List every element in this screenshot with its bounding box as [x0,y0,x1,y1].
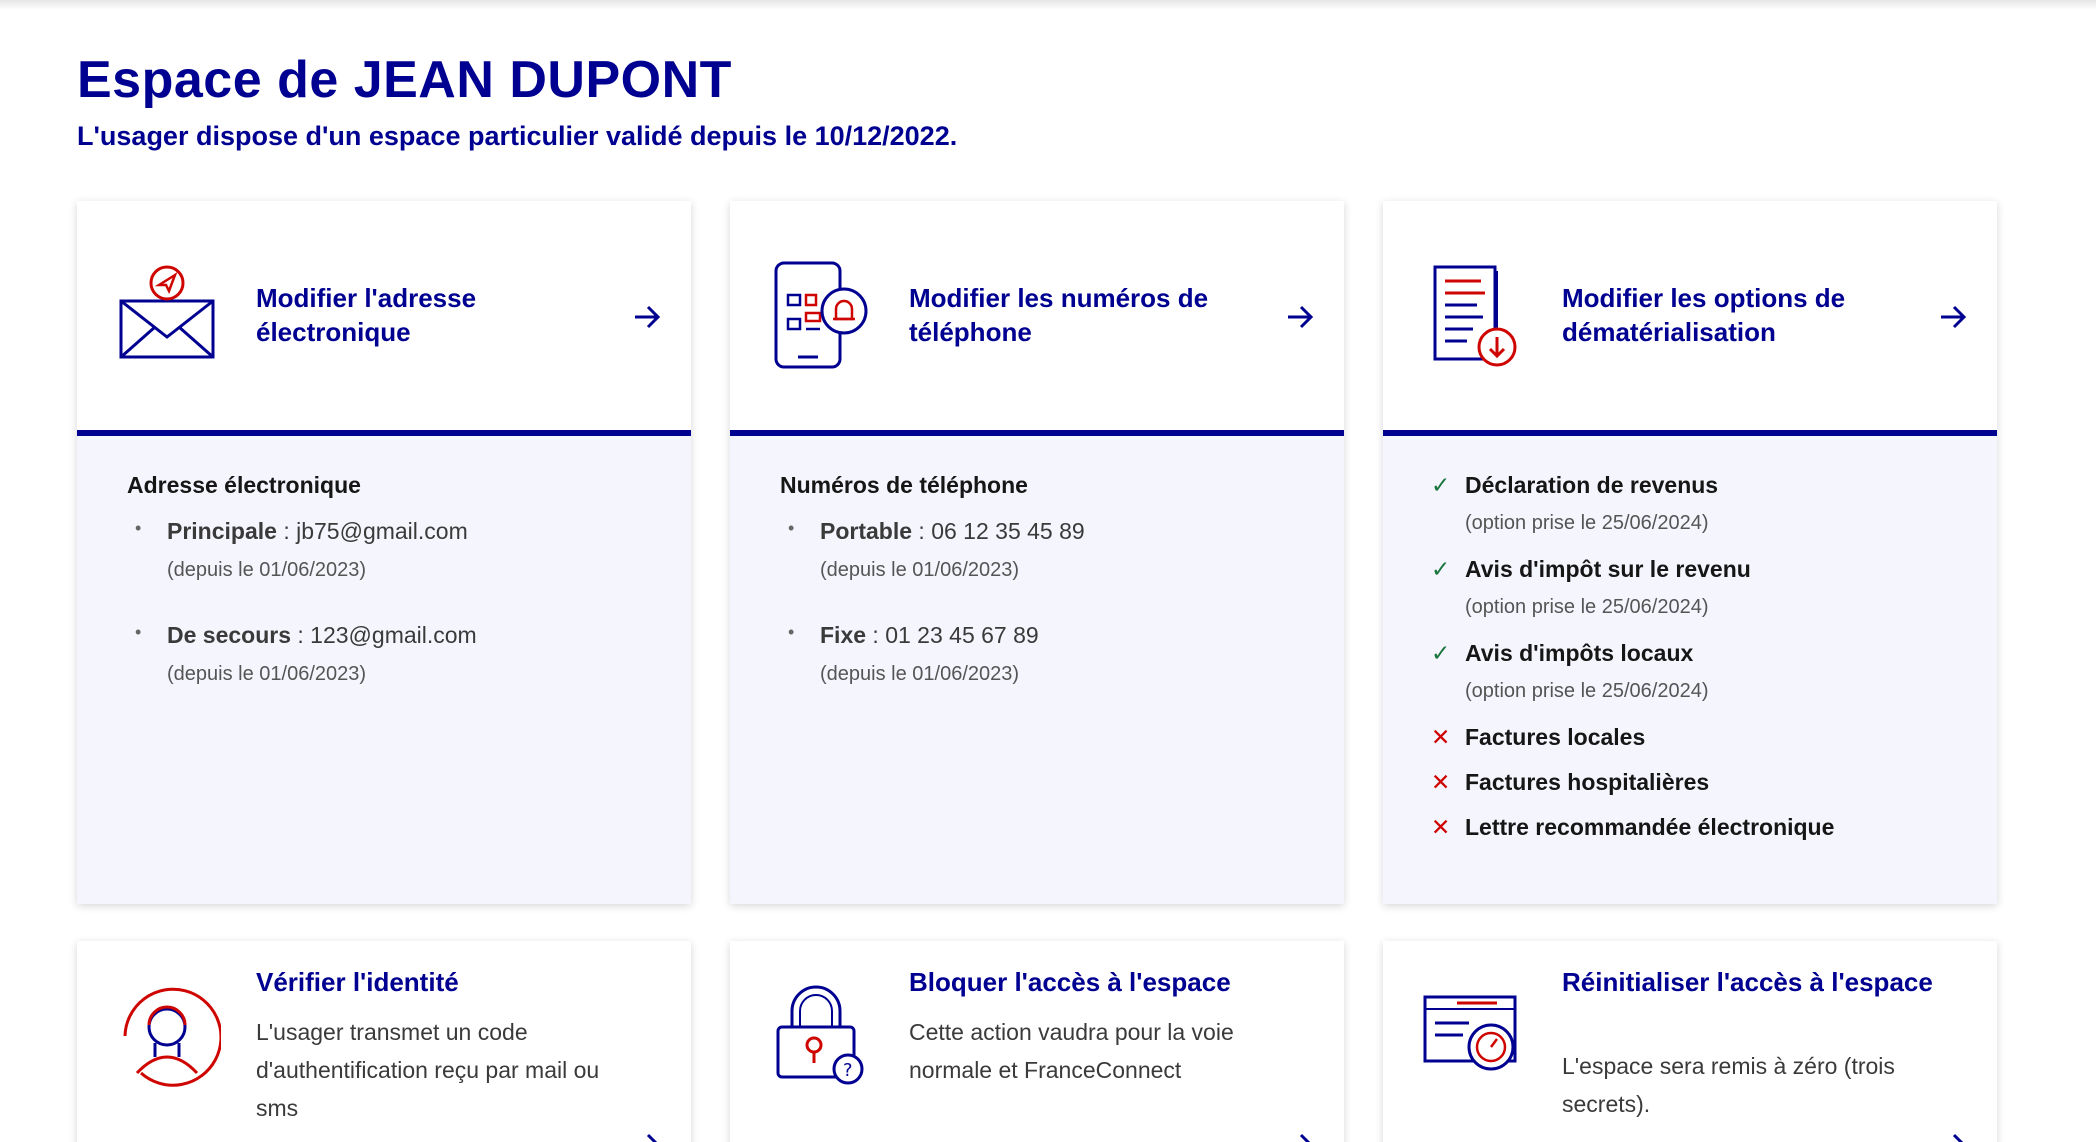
arrow-right-icon [1299,1133,1311,1142]
reset-access-card[interactable]: Réinitialiser l'accès à l'espace L'espac… [1383,941,1997,1142]
email-card: Modifier l'adresse électronique Adresse … [77,201,691,904]
option-label: Avis d'impôts locaux [1465,640,1694,666]
entry-value: : 123@gmail.com [291,622,477,648]
verify-identity-desc: L'usager transmet un code d'authentifica… [256,1019,600,1121]
entry-label: Fixe [820,622,867,648]
entry-since: (depuis le 01/06/2023) [167,663,367,685]
arrow-right-icon [1952,1133,1964,1142]
demat-option: ✕ Factures hospitalières [1431,769,1709,796]
entry-label: Portable [820,518,913,544]
option-since: (option prise le 25/06/2024) [1465,596,1709,618]
bullet: • [788,518,795,538]
cross-icon: ✕ [1431,814,1451,840]
bullet: • [788,622,795,642]
svg-text:?: ? [843,1060,853,1081]
verify-identity-title: Vérifier l'identité [256,967,459,997]
email-card-title: Modifier l'adresse électronique [256,283,477,347]
phone-entry-landline: • Fixe : 01 23 45 67 89 (depuis le 01/06… [788,622,1039,686]
envelope-icon [119,265,215,359]
phone-card-body: Numéros de téléphone • Portable : 06 12 … [730,436,1344,904]
check-icon: ✓ [1431,640,1451,666]
email-card-body: Adresse électronique • Principale : jb75… [77,436,691,904]
smartphone-icon [774,261,868,369]
demat-card-body: ✓ Déclaration de revenus (option prise le… [1383,436,1997,904]
reset-icon [1423,995,1517,1071]
phone-card-link[interactable]: Modifier les numéros de téléphone [730,201,1344,436]
entry-since: (depuis le 01/06/2023) [820,559,1020,581]
email-entry-primary: • Principale : jb75@gmail.com (depuis le… [135,518,468,582]
demat-card: Modifier les options de dématérialisatio… [1383,201,1997,904]
padlock-icon: ? [776,985,864,1085]
check-icon: ✓ [1431,472,1451,498]
entry-label: De secours [167,622,292,648]
page-title: Espace de JEAN DUPONT [77,51,732,109]
option-since: (option prise le 25/06/2024) [1465,512,1709,534]
arrow-right-icon [1941,305,1967,329]
demat-option: ✓ Avis d'impôts locaux [1431,640,1693,667]
entry-label: Principale [167,518,277,544]
email-entry-backup: • De secours : 123@gmail.com (depuis le … [135,622,477,686]
option-label: Avis d'impôt sur le revenu [1465,556,1751,582]
entry-since: (depuis le 01/06/2023) [167,559,367,581]
block-access-title: Bloquer l'accès à l'espace [909,967,1231,997]
email-section-title: Adresse électronique [127,472,361,498]
entry-value: : 06 12 35 45 89 [912,518,1085,544]
demat-option: ✓ Avis d'impôt sur le revenu [1431,556,1751,583]
demat-option: ✓ Déclaration de revenus [1431,472,1718,499]
page-subtitle: L'usager dispose d'un espace particulier… [77,121,958,151]
cross-icon: ✕ [1431,724,1451,750]
phone-card-title: Modifier les numéros de téléphone [909,283,1209,347]
entry-value: : jb75@gmail.com [276,518,468,544]
top-shadow [0,0,2096,10]
demat-card-link[interactable]: Modifier les options de dématérialisatio… [1383,201,1997,436]
option-label: Factures hospitalières [1465,769,1710,795]
reset-access-desc: L'espace sera remis à zéro (trois secret… [1562,1053,1895,1117]
verify-identity-card[interactable]: Vérifier l'identité L'usager transmet un… [77,941,691,1142]
option-since: (option prise le 25/06/2024) [1465,680,1709,702]
block-access-card[interactable]: ? Bloquer l'accès à l'espace Cette actio… [730,941,1344,1142]
option-label: Déclaration de revenus [1465,472,1719,498]
arrow-right-icon [1288,305,1314,329]
check-icon: ✓ [1431,556,1451,582]
demat-option: ✕ Factures locales [1431,724,1645,751]
option-label: Factures locales [1465,724,1646,750]
entry-since: (depuis le 01/06/2023) [820,663,1020,685]
arrow-right-icon [646,1133,658,1142]
email-card-link[interactable]: Modifier l'adresse électronique [77,201,691,436]
demat-option: ✕ Lettre recommandée électronique [1431,814,1834,841]
block-access-desc: Cette action vaudra pour la voie normale… [909,1019,1234,1083]
arrow-right-icon [635,305,661,329]
document-download-icon [1433,265,1517,367]
entry-value: : 01 23 45 67 89 [866,622,1039,648]
bullet: • [135,622,142,642]
demat-card-title: Modifier les options de dématérialisatio… [1562,283,1846,347]
reset-access-title: Réinitialiser l'accès à l'espace [1562,967,1933,997]
cross-icon: ✕ [1431,769,1451,795]
bullet: • [135,518,142,538]
phone-section-title: Numéros de téléphone [780,472,1028,498]
phone-entry-mobile: • Portable : 06 12 35 45 89 (depuis le 0… [788,518,1085,582]
phone-card: Modifier les numéros de téléphone Numéro… [730,201,1344,904]
option-label: Lettre recommandée électronique [1465,814,1835,840]
identity-icon [123,987,221,1087]
